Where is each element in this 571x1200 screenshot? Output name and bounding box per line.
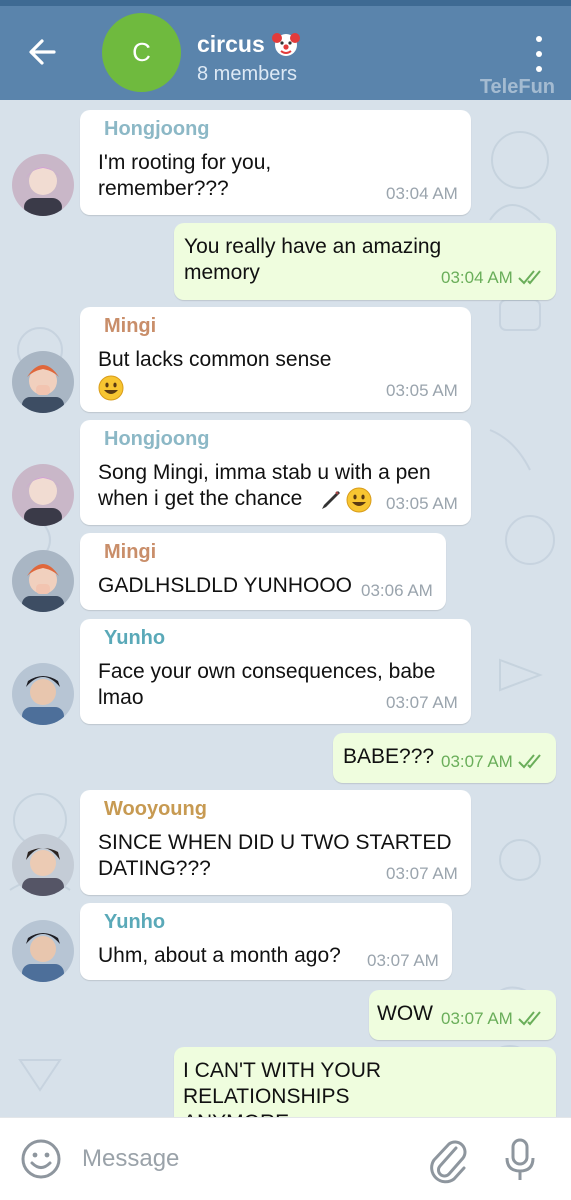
message-bubble[interactable]: Yunho Uhm, about a month ago? 03:07 AM	[80, 903, 452, 980]
message-bubble-outgoing[interactable]: WOW 03:07 AM	[369, 990, 556, 1040]
sender-name: Mingi	[104, 315, 157, 337]
message-time: 03:04 AM	[441, 268, 513, 287]
message-bubble[interactable]: Mingi But lacks common sense 03:05 AM	[80, 307, 471, 412]
paperclip-icon	[430, 1140, 467, 1184]
message-time: 03:07 AM	[386, 693, 458, 712]
message-text: GADLHSLDLD YUNHOOO	[98, 574, 353, 597]
message-time: 03:07 AM	[441, 752, 513, 771]
voice-message-button[interactable]	[500, 1136, 540, 1184]
arrow-left-icon	[29, 39, 56, 65]
message-input[interactable]	[82, 1142, 402, 1176]
avatar-image	[12, 351, 74, 413]
message-bubble[interactable]: Hongjoong I'm rooting for you, remember?…	[80, 110, 471, 215]
back-button[interactable]	[22, 32, 62, 72]
sender-name: Mingi	[104, 541, 157, 563]
avatar-mingi[interactable]	[12, 550, 74, 612]
sender-name: Hongjoong	[104, 118, 210, 140]
avatar-image	[12, 663, 74, 725]
avatar-mingi[interactable]	[12, 351, 74, 413]
message-time: 03:07 AM	[367, 951, 439, 970]
message-text: I CAN'T WITH YOUR RELATIONSHIPS ANYMORE	[183, 1059, 382, 1117]
message-bubble-outgoing[interactable]: I CAN'T WITH YOUR RELATIONSHIPS ANYMORE	[174, 1047, 556, 1117]
avatar-yunho[interactable]	[12, 663, 74, 725]
double-check-icon	[518, 754, 541, 769]
sender-name: Yunho	[104, 911, 166, 933]
double-check-icon	[518, 270, 541, 285]
message-text: Song Mingi, imma stab u with a pen when …	[98, 461, 431, 510]
sender-name: Hongjoong	[104, 428, 210, 450]
message-text: You really have an amazing memory	[184, 235, 442, 284]
message-bubble-outgoing[interactable]: You really have an amazing memory 03:04 …	[174, 223, 556, 300]
clown-face-icon	[271, 33, 300, 56]
message-text: BABE???	[343, 745, 435, 768]
message-text: I'm rooting for you, remember???	[98, 151, 272, 200]
message-time: 03:05 AM	[386, 494, 458, 513]
avatar-hongjoong[interactable]	[12, 154, 74, 216]
smile-icon	[21, 1139, 61, 1179]
watermark: TeleFun	[479, 76, 555, 98]
more-options-button[interactable]	[527, 36, 551, 72]
pen-icon	[322, 491, 340, 509]
grinning-face-icon	[98, 375, 124, 401]
avatar-image	[12, 920, 74, 982]
message-text: WOW	[377, 1002, 433, 1025]
double-check-icon	[518, 1011, 541, 1026]
group-avatar[interactable]: C	[102, 13, 181, 92]
avatar-image	[12, 464, 74, 526]
chat-title-text: circus	[197, 30, 265, 57]
message-bubble-outgoing[interactable]: BABE??? 03:07 AM	[333, 733, 556, 783]
avatar-yunho[interactable]	[12, 920, 74, 982]
avatar-image	[12, 154, 74, 216]
message-text: Face your own consequences, babe lmao	[98, 660, 436, 709]
microphone-icon	[505, 1138, 535, 1180]
message-text: But lacks common sense	[98, 348, 332, 371]
avatar-image	[12, 834, 74, 896]
avatar-image	[12, 550, 74, 612]
grinning-face-icon	[346, 487, 372, 513]
member-count: 8 members	[197, 63, 298, 85]
message-time: 03:07 AM	[386, 864, 458, 883]
message-bubble[interactable]: Yunho Face your own consequences, babe l…	[80, 619, 471, 724]
avatar-wooyoung[interactable]	[12, 834, 74, 896]
message-text: Uhm, about a month ago?	[98, 944, 341, 967]
message-time: 03:04 AM	[386, 184, 458, 203]
more-vertical-icon-dot	[536, 66, 542, 72]
message-bubble[interactable]: Mingi GADLHSLDLD YUNHOOO 03:06 AM	[80, 533, 446, 610]
sender-name: Wooyoung	[104, 798, 207, 820]
message-bubble[interactable]: Wooyoung SINCE WHEN DID U TWO STARTED DA…	[80, 790, 471, 895]
avatar-hongjoong[interactable]	[12, 464, 74, 526]
message-time: 03:07 AM	[441, 1009, 513, 1028]
emoji-button[interactable]	[20, 1138, 62, 1180]
message-input-bar	[0, 1117, 571, 1200]
attach-button[interactable]	[426, 1136, 470, 1184]
group-avatar-letter: C	[132, 37, 151, 67]
message-list[interactable]: Hongjoong I'm rooting for you, remember?…	[0, 100, 571, 1117]
more-vertical-icon	[536, 36, 542, 42]
message-time: 03:06 AM	[361, 581, 433, 600]
message-time: 03:05 AM	[386, 381, 458, 400]
message-bubble[interactable]: Hongjoong Song Mingi, imma stab u with a…	[80, 420, 471, 525]
sender-name: Yunho	[104, 627, 166, 649]
chat-header: C circus 8 members TeleFun	[0, 6, 571, 100]
more-vertical-icon-dot	[536, 51, 542, 57]
chat-title[interactable]: circus	[197, 29, 301, 59]
